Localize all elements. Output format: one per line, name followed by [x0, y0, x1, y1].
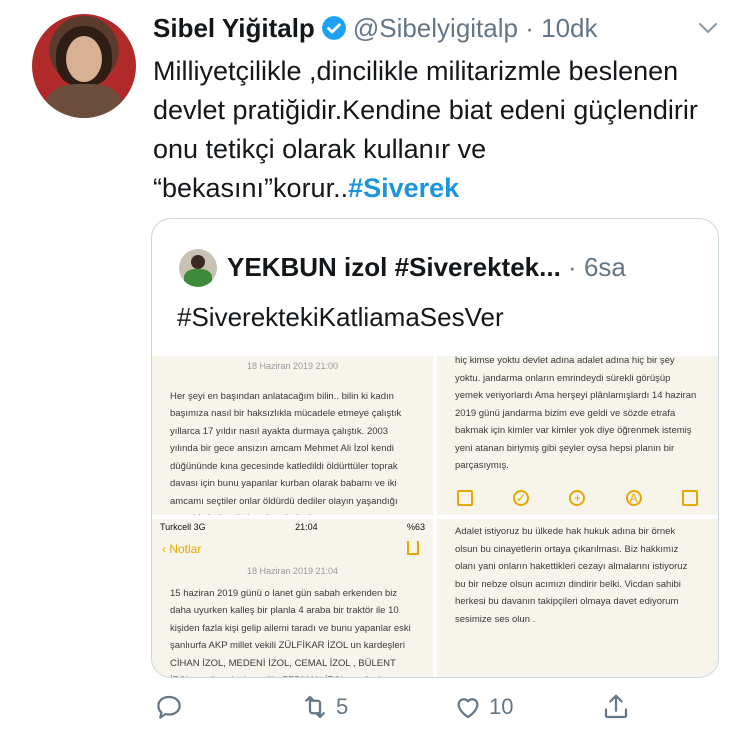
like-count: 10 [489, 694, 514, 719]
quoted-text: #SiverektekiKatliamaSesVer [177, 302, 504, 332]
share-button[interactable] [601, 692, 631, 722]
note-text: 15 haziran 2019 günü o lanet gün sabah e… [170, 587, 411, 678]
like-button[interactable]: 10 [453, 692, 513, 722]
separator-dot: · [525, 13, 534, 43]
retweet-count: 5 [336, 694, 349, 719]
retweet-button[interactable]: 5 [300, 692, 348, 722]
chevron-down-icon[interactable] [696, 16, 720, 40]
compose-icon [681, 490, 698, 506]
status-clock: 21:04 [295, 522, 318, 533]
tweet-actions: 5 10 [150, 692, 640, 728]
phone-status-bar: Turkcell 3G 21:04 %63 [152, 519, 433, 537]
media-image-4[interactable]: Adalet istiyoruz bu ülkede hak hukuk adı… [437, 519, 718, 677]
reply-icon [157, 695, 181, 719]
quoted-time: 6sa [583, 252, 626, 282]
trash-icon [457, 490, 474, 506]
back-button: ‹ Notlar [162, 542, 202, 556]
quoted-tweet[interactable]: YEKBUN izol #Siverektek... · 6sa #Sivere… [151, 218, 719, 678]
tweet-time[interactable]: 10dk [541, 13, 597, 43]
note-text: Adalet istiyoruz bu ülkede hak hukuk adı… [455, 526, 688, 625]
verified-badge-icon [321, 16, 346, 40]
tweet-header: Sibel Yiğitalp @Sibelyigitalp · 10dk [153, 12, 598, 44]
media-image-1[interactable]: 18 Haziran 2019 21:00 Her şeyi en başınd… [152, 356, 433, 515]
reply-button[interactable] [154, 692, 184, 722]
quoted-author-name: YEKBUN izol #Siverektek... [227, 252, 561, 282]
heart-icon [457, 698, 479, 719]
share-icon [604, 694, 628, 719]
carrier-label: Turkcell 3G [160, 522, 206, 533]
author-handle[interactable]: @Sibelyigitalp [353, 13, 518, 43]
separator-dot: · [568, 252, 577, 282]
note-text: hiç kimse yoktu devlet adına adalet adın… [455, 356, 697, 471]
hashtag-link[interactable]: #Siverek [348, 173, 459, 203]
notes-nav-bar: ‹ Notlar [152, 537, 433, 563]
author-name[interactable]: Sibel Yiğitalp [153, 13, 315, 43]
tweet-text: Milliyetçilikle ,dincilikle militarizmle… [153, 52, 713, 208]
note-text: Her şeyi en başından anlatacağım bilin..… [170, 390, 402, 516]
author-avatar[interactable] [32, 14, 136, 118]
media-grid: 18 Haziran 2019 21:00 Her şeyi en başınd… [152, 356, 718, 677]
note-date: 18 Haziran 2019 21:04 [246, 566, 339, 576]
plus-icon: + [569, 490, 586, 506]
quoted-author-avatar [179, 249, 217, 287]
share-icon [407, 541, 419, 555]
retweet-icon [305, 695, 325, 719]
media-image-2[interactable]: hiç kimse yoktu devlet adına adalet adın… [437, 356, 718, 515]
media-image-3[interactable]: Turkcell 3G 21:04 %63 ‹ Notlar 18 Hazira… [152, 519, 433, 677]
checkmark-icon: ✓ [513, 490, 530, 506]
battery-label: %63 [406, 522, 425, 533]
markup-icon: A [625, 490, 642, 506]
quoted-header: YEKBUN izol #Siverektek... · 6sa [227, 251, 626, 283]
notes-toolbar: ✓ + A [437, 481, 718, 515]
note-date: 18 Haziran 2019 21:00 [246, 361, 339, 371]
